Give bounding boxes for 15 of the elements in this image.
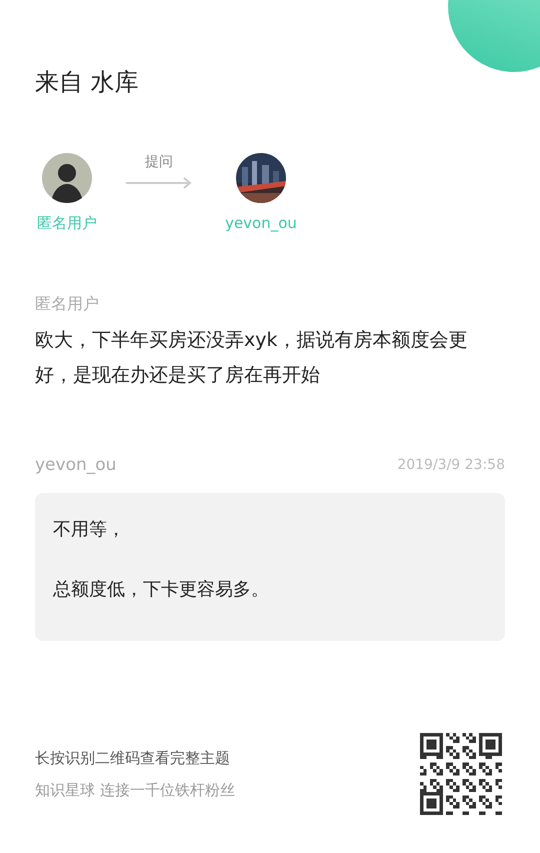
answerer-name[interactable]: yevon_ou bbox=[225, 213, 297, 233]
avatar-icon bbox=[42, 153, 92, 203]
answer-time: 2019/3/9 23:58 bbox=[397, 457, 505, 473]
answer-text: 不用等， bbox=[53, 518, 126, 542]
arrow-icon bbox=[126, 177, 192, 189]
answer-author: yevon_ou bbox=[35, 455, 116, 475]
question-author: 匿名用户 bbox=[35, 293, 100, 315]
answer-text: 总额度低，下卡更容易多。 bbox=[53, 578, 270, 602]
page-title: 来自 水库 bbox=[35, 67, 140, 98]
question-text: 欧大，下半年买房还没弄xyk，据说有房本额度会更好，是现在办还是买了房在再开始 bbox=[35, 328, 468, 388]
qr-code-icon bbox=[420, 733, 502, 815]
footer-text: 知识星球 连接一千位铁杆粉丝 bbox=[35, 780, 235, 800]
footer-text: 长按识别二维码查看完整主题 bbox=[35, 748, 231, 768]
asker-name[interactable]: 匿名用户 bbox=[37, 213, 97, 233]
action-label: 提问 bbox=[145, 153, 173, 171]
